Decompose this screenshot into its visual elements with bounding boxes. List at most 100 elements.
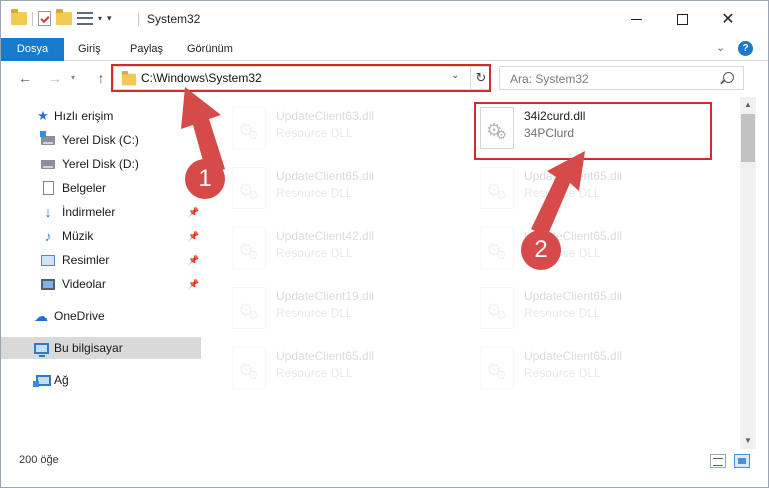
dll-file-icon [480,167,514,209]
customize-toolbar-icon[interactable]: ▾ [107,13,112,24]
chevron-down-icon[interactable]: ▾ [98,14,102,23]
sidebar-item-pictures[interactable]: Resimler 📌 [1,249,201,271]
tiles-view-icon[interactable] [734,454,750,468]
sidebar-item-label: Yerel Disk (D:) [62,157,139,171]
up-arrow-icon[interactable]: ↑ [91,68,111,88]
sidebar-item-label: Yerel Disk (C:) [62,133,139,147]
music-icon: ♪ [44,228,52,244]
tab-home[interactable]: Giriş [68,38,111,61]
pin-icon[interactable]: 📌 [188,255,199,266]
dll-file-icon [480,227,514,269]
refresh-icon[interactable]: ↻ [470,67,491,89]
pictures-icon [40,253,56,267]
expand-ribbon-icon[interactable]: ⌄ [716,41,725,54]
window-title: System32 [147,12,201,26]
sidebar-item-label: Hızlı erişim [54,109,114,123]
tab-share[interactable]: Paylaş [120,38,173,61]
dll-file-icon [232,227,266,269]
dll-file-icon [480,287,514,329]
drive-icon [40,130,56,147]
sidebar-item-onedrive[interactable]: ☁ OneDrive [1,305,201,327]
drive-icon [40,157,56,171]
tab-view[interactable]: Görünüm [177,38,243,61]
sidebar-item-music[interactable]: ♪ Müzik 📌 [1,225,201,247]
list-item[interactable]: UpdateClient63.dll Resource DLL [232,99,472,155]
list-item[interactable]: UpdateClient65.dll Resource DLL [480,219,720,275]
folder-icon [11,9,27,25]
sidebar-item-label: Videolar [62,277,106,291]
file-name: UpdateClient65.dll [276,349,375,363]
vertical-scrollbar[interactable]: ▲ ▼ [740,97,756,449]
address-bar[interactable]: C:\Windows\System32 ⌄ ↻ [113,66,491,90]
list-item[interactable]: UpdateClient65.dll Resource DLL [480,159,720,215]
sidebar-item-documents[interactable]: Belgeler [1,177,201,199]
sidebar-item-label: İndirmeler [62,205,116,219]
details-view-icon[interactable] [710,454,726,468]
list-item[interactable]: UpdateClient65.dll Resource DLL [480,339,720,395]
title-bar: ▾ ▾ System32 ✕ [1,1,768,38]
help-icon[interactable]: ? [738,41,753,56]
chevron-down-icon[interactable]: ⌄ [451,70,459,81]
list-item-target-dll[interactable]: 34i2curd.dll 34PClurd [480,99,720,155]
sidebar-item-videos[interactable]: Videolar 📌 [1,273,201,295]
file-list: UpdateClient63.dll Resource DLL UpdateCl… [206,97,740,449]
title-divider [138,13,139,26]
pin-icon[interactable]: 📌 [188,279,199,290]
file-type: Resource DLL [524,186,601,200]
sidebar-item-label: Belgeler [62,181,107,195]
properties-icon[interactable] [38,11,51,26]
sidebar-item-downloads[interactable]: ↓ İndirmeler 📌 [1,201,201,223]
file-name: 34i2curd.dll [524,109,586,123]
back-arrow-icon[interactable]: ← [15,68,35,88]
pin-icon[interactable]: 📌 [188,207,199,218]
address-path[interactable]: C:\Windows\System32 [141,71,262,85]
file-type: 34PClurd [524,126,575,140]
recent-locations-icon[interactable]: ▾ [67,68,79,88]
search-icon[interactable] [723,72,734,83]
close-button[interactable]: ✕ [705,1,751,38]
search-input[interactable]: Ara: System32 [510,72,589,86]
list-item[interactable]: UpdateClient42.dll Resource DLL [232,219,472,275]
sidebar-item-local-disk-c[interactable]: Yerel Disk (C:) [1,129,201,151]
scroll-down-icon[interactable]: ▼ [740,433,756,449]
file-type: Resource DLL [524,366,601,380]
search-box[interactable]: Ara: System32 [499,66,744,90]
video-icon [40,277,56,291]
maximize-icon [676,14,688,25]
scroll-up-icon[interactable]: ▲ [740,97,756,113]
ribbon-tabs: Dosya Giriş Paylaş Görünüm ⌄ ? [1,38,768,61]
sidebar-item-this-pc[interactable]: Bu bilgisayar [1,337,201,359]
quick-access-toolbar: ▾ ▾ [11,9,112,26]
cloud-icon: ☁ [34,307,48,324]
minimize-button[interactable] [613,1,659,38]
list-item[interactable]: UpdateClient65.dll Resource DLL [232,159,472,215]
file-name: UpdateClient42.dll [276,229,375,243]
dll-file-icon [232,347,266,389]
navigation-pane: ★ Hızlı erişim Yerel Disk (C:) Yerel Dis… [1,97,206,449]
file-name: UpdateClient65.dll [276,169,375,183]
step-badge-2: 2 [521,230,561,270]
scrollbar-thumb[interactable] [741,114,755,162]
sidebar-item-quick-access[interactable]: ★ Hızlı erişim [1,105,201,127]
file-explorer-window: ▾ ▾ System32 ✕ Dosya Giriş Paylaş Görünü… [0,0,769,488]
list-item[interactable]: UpdateClient19.dll Resource DLL [232,279,472,335]
status-bar: 200 öğe [1,449,768,487]
view-options-icon[interactable] [77,12,93,25]
file-name: UpdateClient65.dll [524,169,623,183]
maximize-button[interactable] [659,1,705,38]
list-item[interactable]: UpdateClient65.dll Resource DLL [232,339,472,395]
sidebar-item-local-disk-d[interactable]: Yerel Disk (D:) [1,153,201,175]
list-item[interactable]: UpdateClient65.dll Resource DLL [480,279,720,335]
sidebar-item-network[interactable]: Ağ [1,369,201,391]
tab-file[interactable]: Dosya [1,38,64,61]
toolbar-divider [32,11,33,26]
dll-file-icon [232,167,266,209]
file-name: UpdateClient19.dll [276,289,375,303]
forward-arrow-icon[interactable]: → [45,68,65,88]
computer-icon [33,341,49,357]
sidebar-item-label: Bu bilgisayar [54,341,123,355]
new-folder-icon[interactable] [56,9,72,25]
pin-icon[interactable]: 📌 [188,231,199,242]
download-icon: ↓ [44,203,52,221]
file-type: Resource DLL [524,306,601,320]
